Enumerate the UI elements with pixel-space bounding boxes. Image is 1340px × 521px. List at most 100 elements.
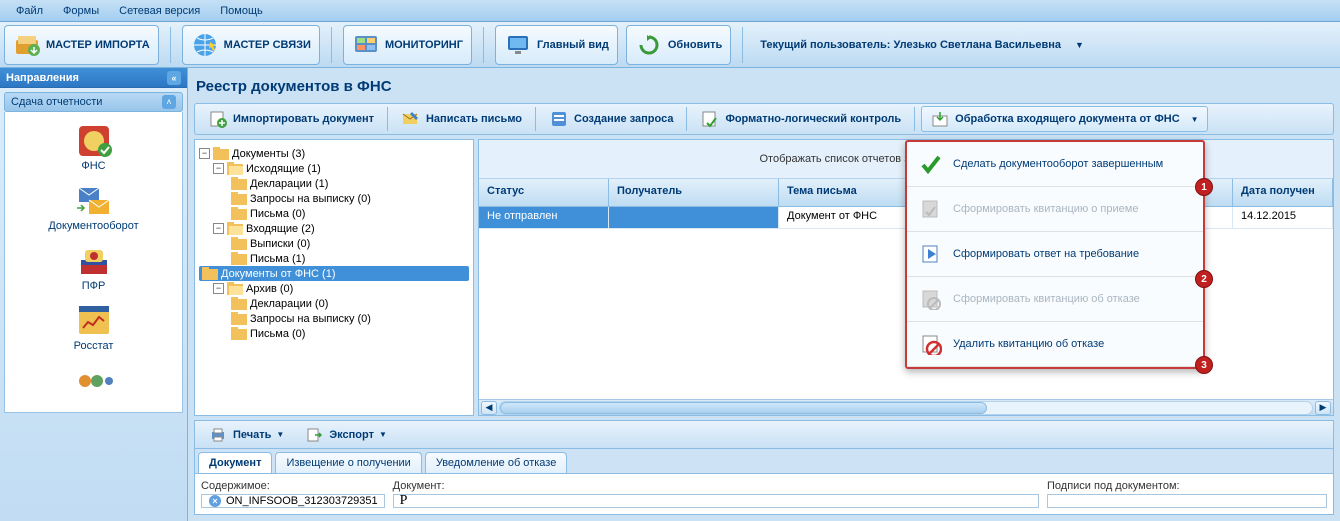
nav-item-workflow[interactable]: Документооборот xyxy=(5,178,182,238)
envelope-exchange-icon xyxy=(74,184,114,218)
import-doc-button[interactable]: Импортировать документ xyxy=(199,106,383,132)
button-label: Импортировать документ xyxy=(233,113,374,125)
tree-extracts[interactable]: Выписки (0) xyxy=(199,236,469,251)
menu-bar: Файл Формы Сетевая версия Помощь xyxy=(0,0,1340,22)
chevron-down-icon: ▼ xyxy=(379,430,387,439)
tree-outgoing[interactable]: −Исходящие (1) xyxy=(199,161,469,176)
refresh-button[interactable]: Обновить xyxy=(626,25,731,65)
menu-help[interactable]: Помощь xyxy=(210,2,273,20)
collapse-icon[interactable]: − xyxy=(213,223,224,234)
tree-label: Входящие (2) xyxy=(246,223,315,235)
menu-network[interactable]: Сетевая версия xyxy=(109,2,210,20)
folder-icon xyxy=(231,327,247,340)
content-toolbar: Импортировать документ Написать письмо С… xyxy=(194,103,1334,135)
rosstat-chart-icon xyxy=(74,304,114,338)
screen-icon xyxy=(504,31,532,59)
col-status[interactable]: Статус xyxy=(479,179,609,206)
tree-arch-letters[interactable]: Письма (0) xyxy=(199,326,469,341)
registry-title: Реестр документов в ФНС xyxy=(194,74,1334,99)
tree-label: Документы (3) xyxy=(232,148,305,160)
menu-label: Сформировать квитанцию о приеме xyxy=(953,203,1138,215)
comm-master-button[interactable]: МАСТЕР СВЯЗИ xyxy=(182,25,320,65)
tree-root[interactable]: − Документы (3) xyxy=(199,146,469,161)
separator xyxy=(387,107,388,131)
tree-archive[interactable]: − Архив (0) xyxy=(199,281,469,296)
details-toolbar: Печать ▼ Экспорт ▼ xyxy=(195,421,1333,449)
folder-open-icon xyxy=(227,162,243,175)
tree-panel: −Документы (3) −Исходящие (1) Декларации… xyxy=(194,139,474,416)
tree-incoming[interactable]: − Входящие (2) xyxy=(199,221,469,236)
menu-label: Удалить квитанцию об отказе xyxy=(953,338,1104,350)
tab-refusal[interactable]: Уведомление об отказе xyxy=(425,452,567,473)
process-incoming-dropdown[interactable]: Обработка входящего документа от ФНС ▼ xyxy=(921,106,1207,132)
tree-label: Запросы на выписку (0) xyxy=(250,193,371,205)
scroll-right-icon[interactable]: ▶ xyxy=(1315,401,1331,415)
collapse-icon[interactable]: − xyxy=(199,148,210,159)
export-icon xyxy=(304,425,324,445)
tree-arch-req[interactable]: Запросы на выписку (0) xyxy=(199,311,469,326)
tab-document[interactable]: Документ xyxy=(198,452,272,473)
menu-form-refusal: Сформировать квитанцию об отказе xyxy=(907,277,1203,322)
tree-declarations[interactable]: Декларации (1) xyxy=(199,176,469,191)
tab-notice[interactable]: Извещение о получении xyxy=(275,452,421,473)
collapse-icon[interactable]: − xyxy=(213,283,224,294)
menu-forms[interactable]: Формы xyxy=(53,2,109,20)
export-button[interactable]: Экспорт ▼ xyxy=(295,422,396,448)
monitoring-button[interactable]: МОНИТОРИНГ xyxy=(343,25,472,65)
reply-doc-icon xyxy=(919,242,943,266)
nav-item-fns[interactable]: ФНС xyxy=(5,118,182,178)
col-recipient[interactable]: Получатель xyxy=(609,179,779,206)
cell-date: 14.12.2015 xyxy=(1233,207,1333,228)
folder-icon xyxy=(231,207,247,220)
create-request-button[interactable]: Создание запроса xyxy=(540,106,682,132)
collapse-icon[interactable]: « xyxy=(167,71,181,85)
separator xyxy=(742,27,743,63)
chevron-down-icon: ▼ xyxy=(276,430,284,439)
sidebar: Направления « Сдача отчетности ˄ ФНС Док… xyxy=(0,68,188,521)
menu-form-answer[interactable]: Сформировать ответ на требование xyxy=(907,232,1203,277)
tree-letters[interactable]: Письма (0) xyxy=(199,206,469,221)
collapse-icon[interactable]: − xyxy=(213,163,224,174)
folder-open-icon xyxy=(227,282,243,295)
menu-label: Сделать документооборот завершенным xyxy=(953,158,1163,170)
tree-requests[interactable]: Запросы на выписку (0) xyxy=(199,191,469,206)
chevron-down-icon[interactable]: ▼ xyxy=(1075,40,1084,50)
nav-label: Документооборот xyxy=(9,220,178,232)
tree-label: Запросы на выписку (0) xyxy=(250,313,371,325)
scroll-track[interactable] xyxy=(499,401,1313,415)
sidebar-section[interactable]: Сдача отчетности ˄ xyxy=(4,92,183,112)
folder-icon xyxy=(231,177,247,190)
details-panel: Печать ▼ Экспорт ▼ Документ Извещение о … xyxy=(194,420,1334,515)
nav-item-more[interactable] xyxy=(5,358,182,406)
tree-label: Письма (0) xyxy=(250,208,305,220)
nav-item-rosstat[interactable]: Росстат xyxy=(5,298,182,358)
menu-complete-workflow[interactable]: Сделать документооборот завершенным xyxy=(907,142,1203,187)
print-button[interactable]: Печать ▼ xyxy=(199,422,293,448)
content-file[interactable]: ON_INFSOOB_312303729351 xyxy=(201,494,385,508)
flk-button[interactable]: Форматно-логический контроль xyxy=(691,106,910,132)
doc-label: Документ: xyxy=(393,480,1039,492)
tree-docs-from-fns[interactable]: Документы от ФНС (1) xyxy=(199,266,469,281)
badge-2: 2 xyxy=(1195,270,1213,288)
tree-arch-decl[interactable]: Декларации (0) xyxy=(199,296,469,311)
menu-delete-refusal[interactable]: Удалить квитанцию об отказе xyxy=(907,322,1203,367)
main-view-button[interactable]: Главный вид xyxy=(495,25,618,65)
tree-letters-in[interactable]: Письма (1) xyxy=(199,251,469,266)
tree-label: Архив (0) xyxy=(246,283,293,295)
separator xyxy=(331,27,332,63)
write-letter-button[interactable]: Написать письмо xyxy=(392,106,531,132)
nav-item-pfr[interactable]: ПФР xyxy=(5,238,182,298)
horizontal-scrollbar[interactable]: ◀ ▶ xyxy=(479,399,1333,415)
col-date[interactable]: Дата получен xyxy=(1233,179,1333,206)
separator xyxy=(483,27,484,63)
import-master-button[interactable]: МАСТЕР ИМПОРТА xyxy=(4,25,159,65)
current-user-label[interactable]: Текущий пользователь: Улезько Светлана В… xyxy=(754,39,1067,51)
delete-icon xyxy=(919,332,943,356)
scroll-left-icon[interactable]: ◀ xyxy=(481,401,497,415)
chevron-up-icon: ˄ xyxy=(162,95,176,109)
menu-file[interactable]: Файл xyxy=(6,2,53,20)
nav-label: Росстат xyxy=(9,340,178,352)
separator xyxy=(535,107,536,131)
scroll-thumb[interactable] xyxy=(500,402,987,414)
tree-label: Письма (0) xyxy=(250,328,305,340)
